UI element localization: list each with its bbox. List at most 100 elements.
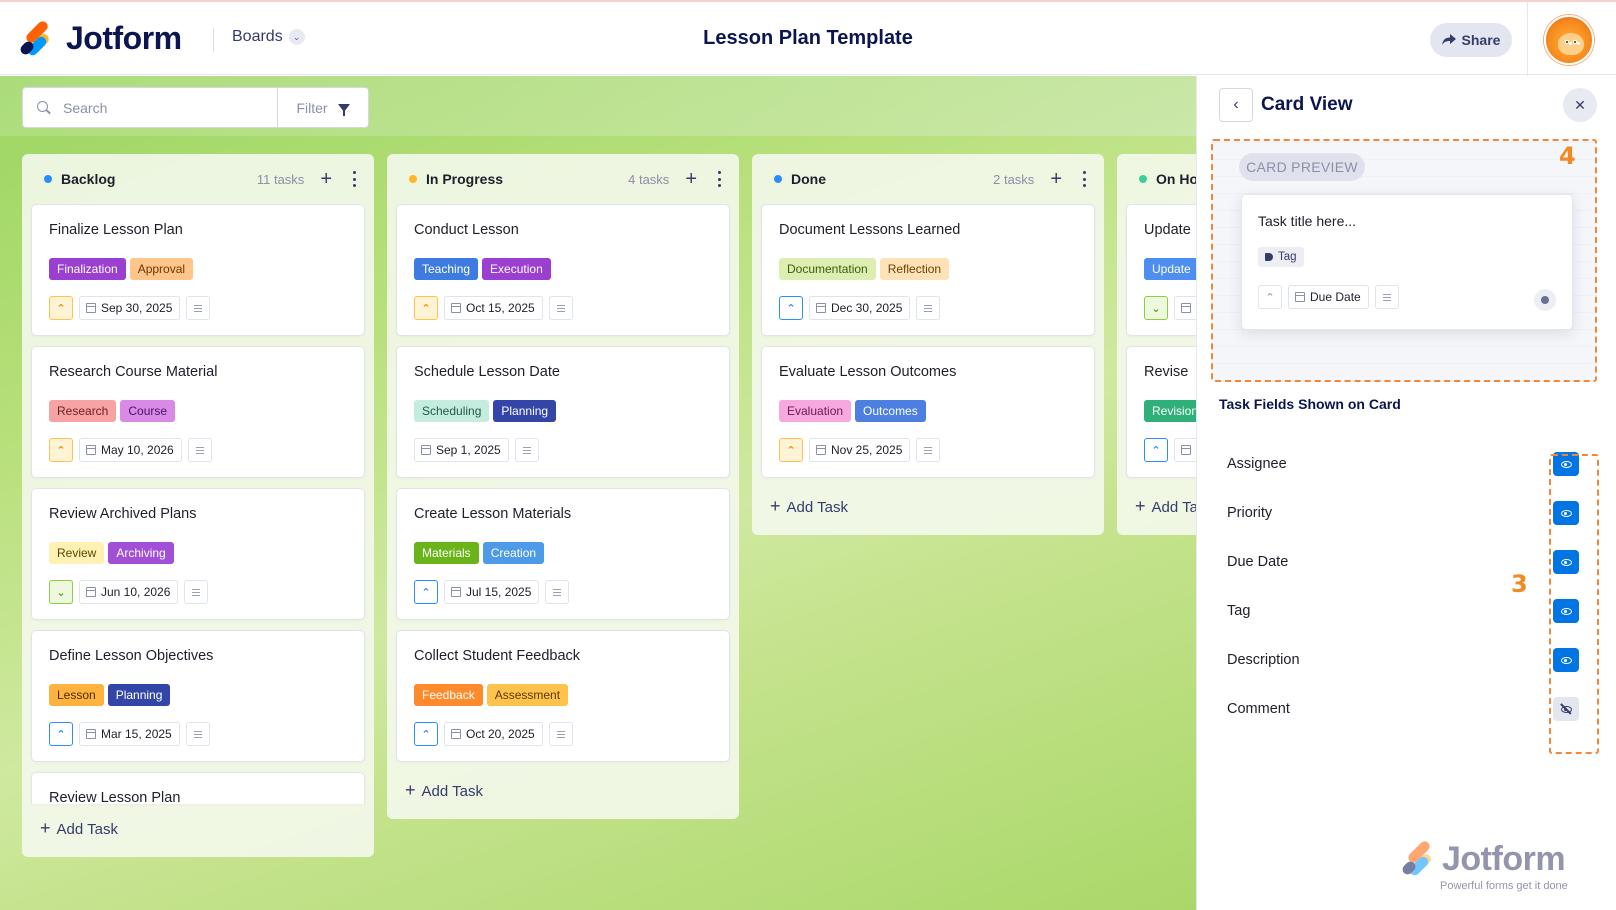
- more-options-icon[interactable]: [1078, 171, 1090, 187]
- task-title: Research Course Material: [49, 364, 218, 380]
- priority-chevron-up-icon: ⌃: [1258, 285, 1282, 309]
- task-meta: ⌄ Jun 10, 2026: [49, 580, 347, 604]
- status-dot: [44, 175, 52, 183]
- tag-badge: Creation: [482, 542, 545, 564]
- preview-card: Task title here... Tag ⌃ Due Date: [1241, 194, 1573, 330]
- add-task-label: Add Task: [786, 499, 848, 516]
- share-label: Share: [1461, 32, 1501, 48]
- task-title: Schedule Lesson Date: [414, 364, 560, 380]
- task-card[interactable]: Research Course Material Research Course ⌃ M…: [31, 346, 365, 478]
- task-tags: Documentation Reflection: [779, 258, 1077, 280]
- tag-badge: Evaluation: [779, 400, 852, 422]
- task-card[interactable]: Create Lesson Materials Materials Creation…: [396, 488, 730, 620]
- due-date: Oct 15, 2025: [466, 301, 535, 315]
- tag-badge: Course: [120, 400, 176, 422]
- close-button[interactable]: ✕: [1563, 88, 1597, 122]
- task-card[interactable]: Document Lessons Learned Documentation Ref…: [761, 204, 1095, 336]
- task-title: Document Lessons Learned: [779, 222, 961, 238]
- task-meta: ⌃ Sep 30, 2025: [49, 296, 347, 320]
- task-card[interactable]: Define Lesson Objectives Lesson Planning ⌃ M…: [31, 630, 365, 762]
- description-icon: [186, 296, 211, 320]
- jotform-watermark-icon: [1400, 838, 1436, 877]
- due-date-chip: [1174, 296, 1196, 320]
- due-date-chip: Sep 30, 2025: [79, 296, 181, 320]
- task-card[interactable]: Collect Student Feedback Feedback Assessme…: [396, 630, 730, 762]
- add-task-plus-icon[interactable]: +: [320, 169, 332, 189]
- jotform-logo-icon: [18, 18, 52, 57]
- header-divider-right: [1527, 2, 1528, 76]
- field-row-comment: Comment: [1227, 694, 1579, 724]
- back-button[interactable]: ‹: [1219, 88, 1253, 122]
- priority-high-icon: ⌃: [414, 296, 438, 320]
- add-task-button[interactable]: + Add Task: [1117, 488, 1196, 535]
- description-icon: [185, 722, 210, 746]
- tag-badge: Review: [49, 542, 105, 564]
- description-icon: [548, 296, 573, 320]
- task-count: 11 tasks: [256, 171, 305, 187]
- task-card[interactable]: Finalize Lesson Plan Finalization Approval…: [31, 204, 365, 336]
- field-label: Assignee: [1227, 456, 1287, 472]
- task-title: Finalize Lesson Plan: [49, 222, 183, 238]
- add-task-plus-icon[interactable]: +: [1050, 169, 1062, 189]
- boards-dropdown[interactable]: Boards ⌄: [232, 28, 305, 46]
- description-icon: [1374, 285, 1399, 309]
- search-input[interactable]: [63, 99, 263, 116]
- task-tags: Lesson Planning: [49, 684, 347, 706]
- field-label: Comment: [1227, 701, 1290, 717]
- more-options-icon[interactable]: [713, 171, 725, 187]
- visibility-toggles-highlight: [1549, 454, 1599, 754]
- column-header: On Hold+: [1117, 154, 1196, 204]
- task-card[interactable]: Update Update ⌄: [1126, 204, 1196, 336]
- calendar-icon: [1181, 445, 1191, 455]
- priority-medium-icon: ⌃: [414, 580, 438, 604]
- add-task-button[interactable]: + Add Task: [387, 772, 739, 819]
- due-date: Sep 1, 2025: [436, 443, 501, 457]
- add-task-button[interactable]: + Add Task: [752, 488, 1104, 535]
- due-date-chip: Sep 1, 2025: [414, 438, 509, 462]
- tag-icon: [1265, 253, 1273, 261]
- priority-medium-icon: ⌃: [779, 296, 803, 320]
- more-options-icon[interactable]: [348, 171, 360, 187]
- column-on-hold: On Hold+ Update Update ⌄ Revise Revision ⌃ + Add…: [1117, 154, 1196, 535]
- priority-high-icon: ⌃: [49, 296, 73, 320]
- column-title: In Progress: [426, 171, 504, 187]
- share-button[interactable]: Share: [1430, 23, 1512, 57]
- task-card[interactable]: Review Lesson Plan: [31, 772, 365, 804]
- filter-button[interactable]: Filter: [277, 88, 368, 127]
- add-task-plus-icon[interactable]: +: [685, 169, 697, 189]
- user-avatar[interactable]: [1544, 15, 1594, 65]
- jotform-logo[interactable]: Jotform: [18, 18, 182, 57]
- task-meta: ⌃ May 10, 2026: [49, 438, 347, 462]
- task-tags: Evaluation Outcomes: [779, 400, 1077, 422]
- task-card[interactable]: Schedule Lesson Date Scheduling Planning Se…: [396, 346, 730, 478]
- task-title: Define Lesson Objectives: [49, 648, 214, 664]
- annotation-number-preview: 4: [1559, 142, 1576, 170]
- card-view-panel: ‹ Card View ✕ CARD PREVIEW Task title he…: [1196, 76, 1616, 910]
- field-label: Tag: [1227, 603, 1251, 619]
- chevron-down-icon: ⌄: [288, 29, 305, 45]
- tag-badge: Planning: [107, 684, 171, 706]
- plus-icon: +: [1135, 496, 1146, 516]
- tag-badge: Lesson: [49, 684, 104, 706]
- description-icon: [548, 722, 573, 746]
- filter-label: Filter: [296, 99, 328, 116]
- column-header: Done 2 tasks +: [752, 154, 1104, 204]
- due-date-chip: Jul 15, 2025: [444, 580, 540, 604]
- add-task-label: Add Task: [56, 821, 118, 838]
- field-label: Description: [1227, 652, 1300, 668]
- task-card[interactable]: Conduct Lesson Teaching Execution ⌃ Oct 15, …: [396, 204, 730, 336]
- task-card[interactable]: Revise Revision ⌃: [1126, 346, 1196, 478]
- column-backlog: Backlog 11 tasks + Finalize Lesson Plan Fina…: [22, 154, 374, 857]
- task-meta: ⌃ Oct 20, 2025: [414, 722, 712, 746]
- add-task-button[interactable]: + Add Task: [22, 804, 374, 857]
- tag-badge: Outcomes: [855, 400, 926, 422]
- task-title: Update: [1144, 222, 1191, 238]
- task-card[interactable]: Review Archived Plans Review Archiving ⌄ Jun…: [31, 488, 365, 620]
- task-card[interactable]: Evaluate Lesson Outcomes Evaluation Outcom…: [761, 346, 1095, 478]
- calendar-icon: [816, 303, 826, 313]
- due-date: Dec 30, 2025: [831, 301, 903, 315]
- preview-meta: ⌃ Due Date: [1258, 285, 1556, 309]
- due-date: Mar 15, 2025: [101, 727, 172, 741]
- due-date-chip: Oct 20, 2025: [444, 722, 543, 746]
- watermark-text: Jotform: [1442, 840, 1566, 878]
